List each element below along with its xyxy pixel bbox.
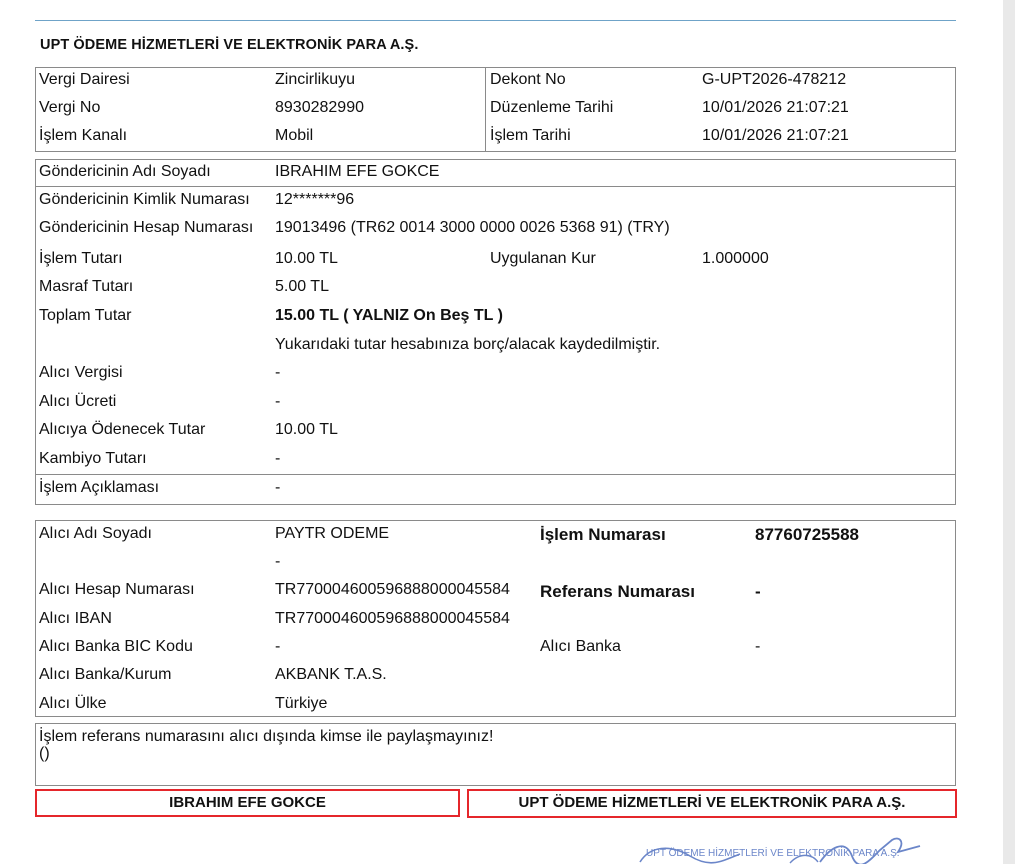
receiver-bank-label: Alıcı Banka — [540, 638, 621, 655]
company-signature-box: UPT ÖDEME HİZMETLERİ VE ELEKTRONİK PARA … — [467, 789, 957, 818]
receiver-bic-label: Alıcı Banka BIC Kodu — [39, 638, 193, 655]
vergi-dairesi-label: Vergi Dairesi — [39, 71, 130, 88]
receiver-tax-label: Alıcı Vergisi — [39, 364, 123, 381]
description-value: - — [275, 479, 281, 496]
payable-value: 10.00 TL — [275, 421, 338, 438]
vergi-dairesi-value: Zincirlikuyu — [275, 71, 356, 88]
islem-kanali-value: Mobil — [275, 127, 314, 144]
vergi-no-label: Vergi No — [39, 99, 101, 116]
receiver-bank-value: - — [755, 638, 761, 655]
company-title: UPT ÖDEME HİZMETLERİ VE ELEKTRONİK PARA … — [40, 37, 419, 53]
viewer-gutter — [1003, 0, 1015, 864]
vergi-no-value: 8930282990 — [275, 99, 364, 116]
islem-tarihi-label: İşlem Tarihi — [490, 127, 571, 144]
exchange-value: - — [275, 450, 281, 467]
receiver-iban-value: TR770004600596888000045584 — [275, 610, 510, 627]
receiver-country-label: Alıcı Ülke — [39, 695, 107, 712]
reference-number-label: Referans Numarası — [540, 582, 695, 601]
dekont-no-value: G-UPT2026-478212 — [702, 71, 847, 88]
receiver-fee-label: Alıcı Ücreti — [39, 393, 117, 410]
receiver-country-value: Türkiye — [275, 695, 328, 712]
receiver-institution-value: AKBANK T.A.S. — [275, 666, 387, 683]
warning-subtext: () — [39, 745, 50, 762]
rate-label: Uygulanan Kur — [490, 250, 596, 267]
sender-id-value: 12*******96 — [275, 191, 355, 208]
exchange-label: Kambiyo Tutarı — [39, 450, 147, 467]
sender-name-divider — [35, 186, 956, 187]
receiver-iban-label: Alıcı IBAN — [39, 610, 112, 627]
rate-value: 1.000000 — [702, 250, 769, 267]
total-label: Toplam Tutar — [39, 307, 132, 324]
company-stamp: UPT ÖDEME HİZMETLERİ VE ELEKTRONİK PARA … — [630, 826, 930, 864]
receiver-tax-value: - — [275, 364, 281, 381]
islem-tarihi-value: 10/01/2026 21:07:21 — [702, 127, 849, 144]
fee-value: 5.00 TL — [275, 278, 329, 295]
top-divider — [35, 20, 956, 21]
stamp-graphic: UPT ÖDEME HİZMETLERİ VE ELEKTRONİK PARA … — [639, 837, 921, 864]
receiver-name-label: Alıcı Adı Soyadı — [39, 525, 152, 542]
fee-label: Masraf Tutarı — [39, 278, 134, 295]
warning-text: İşlem referans numarasını alıcı dışında … — [39, 728, 494, 745]
transaction-number-value: 87760725588 — [755, 525, 860, 544]
receiver-account-label: Alıcı Hesap Numarası — [39, 581, 195, 598]
sender-account-label: Göndericinin Hesap Numarası — [39, 219, 254, 236]
amount-value: 10.00 TL — [275, 250, 338, 267]
sender-desc-divider — [35, 474, 956, 475]
sender-account-value: 19013496 (TR62 0014 3000 0000 0026 5368 … — [275, 219, 670, 236]
sender-signature-box: IBRAHIM EFE GOKCE — [35, 789, 460, 817]
dekont-no-label: Dekont No — [490, 71, 566, 88]
receiver-fee-value: - — [275, 393, 281, 410]
payable-label: Alıcıya Ödenecek Tutar — [39, 421, 206, 438]
header-divider — [485, 67, 486, 152]
sender-name-value: IBRAHIM EFE GOKCE — [275, 163, 440, 180]
sender-box — [35, 159, 956, 505]
reference-number-value: - — [755, 582, 761, 601]
duzenleme-label: Düzenleme Tarihi — [490, 99, 614, 116]
receiver-name-value: PAYTR ODEME — [275, 525, 390, 542]
total-value: 15.00 TL ( YALNIZ On Beş TL ) — [275, 307, 503, 324]
duzenleme-value: 10/01/2026 21:07:21 — [702, 99, 849, 116]
amount-label: İşlem Tutarı — [39, 250, 123, 267]
transaction-number-label: İşlem Numarası — [540, 525, 666, 544]
description-label: İşlem Açıklaması — [39, 479, 160, 496]
receiver-account-value: TR770004600596888000045584 — [275, 581, 510, 598]
receiver-institution-label: Alıcı Banka/Kurum — [39, 666, 172, 683]
islem-kanali-label: İşlem Kanalı — [39, 127, 128, 144]
sender-name-label: Göndericinin Adı Soyadı — [39, 163, 211, 180]
receiver-name-line2: - — [275, 553, 281, 570]
debit-note: Yukarıdaki tutar hesabınıza borç/alacak … — [275, 336, 661, 353]
sender-id-label: Göndericinin Kimlik Numarası — [39, 191, 250, 208]
receiver-bic-value: - — [275, 638, 281, 655]
